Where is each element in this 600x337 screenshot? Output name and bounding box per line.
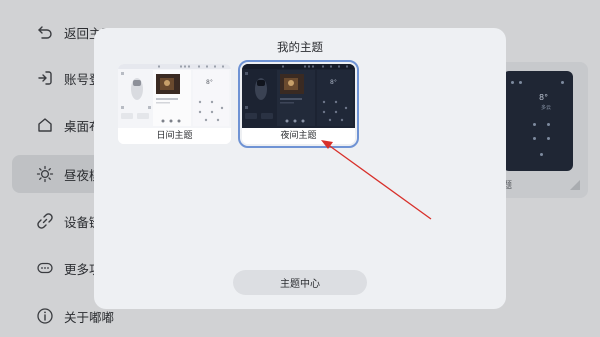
theme-dialog: 我的主题 8° 日间主题 8° 夜间主题 主题中心 <box>94 28 506 309</box>
theme-label-night: 夜间主题 <box>242 128 355 144</box>
link-icon <box>37 213 53 229</box>
theme-label-day: 日间主题 <box>118 128 231 144</box>
background-preview-temperature: 8° <box>539 93 549 102</box>
info-icon <box>37 308 53 324</box>
dialog-title: 我的主题 <box>277 40 323 54</box>
sun-icon <box>36 165 54 183</box>
theme-card-day[interactable]: 8° 日间主题 <box>118 64 231 144</box>
login-icon <box>38 71 52 85</box>
background-preview-screen: 8° 多云 <box>503 71 573 171</box>
corner-triangle-icon <box>570 180 580 190</box>
theme-card-night[interactable]: 8° 夜间主题 <box>238 60 359 148</box>
background-preview-weather: 多云 <box>541 105 552 111</box>
more-icon <box>37 262 53 274</box>
back-icon <box>38 26 52 39</box>
night-thumb-temperature: 8° <box>330 79 337 86</box>
sidebar-item-label: 关于嘟嘟 <box>64 309 115 325</box>
day-thumb-temperature: 8° <box>206 79 213 86</box>
day-theme-thumbnail: 8° <box>118 64 231 128</box>
home-icon <box>38 118 52 132</box>
night-theme-thumbnail: 8° <box>242 64 355 128</box>
theme-center-button[interactable]: 主题中心 <box>233 270 367 295</box>
background-theme-preview-card: 8° 多云 题 <box>493 62 588 198</box>
